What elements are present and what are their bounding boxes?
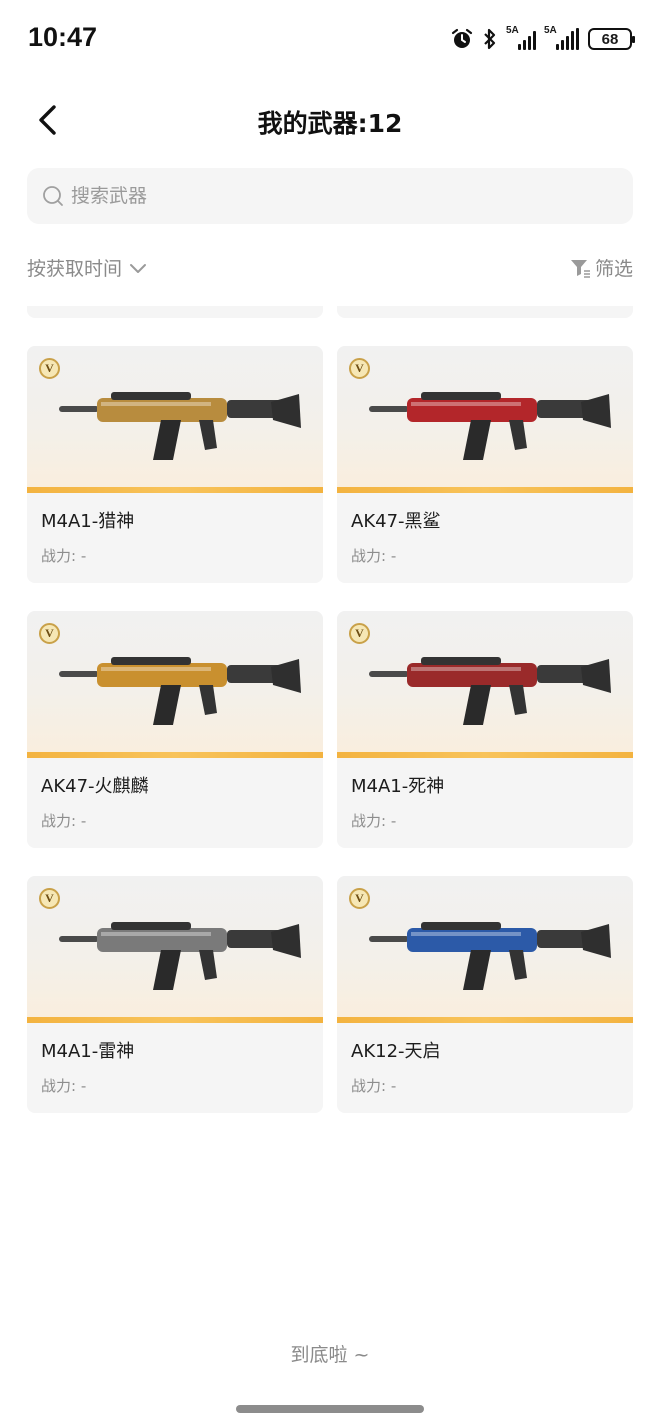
- weapon-name: M4A1-猎神: [41, 511, 135, 532]
- rifle-icon: [369, 657, 611, 725]
- weapon-name: M4A1-死神: [351, 776, 445, 797]
- search-icon: [43, 186, 63, 206]
- alarm-icon: [451, 28, 473, 48]
- status-bar: 10:47 5A 5A 68: [0, 0, 660, 78]
- weapon-name: AK47-火麒麟: [41, 776, 149, 797]
- weapon-grid: 9A91-烈火战力: -AK47-无影战力: -VM4A1-猎神战力: -VAK…: [27, 306, 633, 1113]
- weapon-card[interactable]: V AK12-天启 战力: -: [337, 876, 633, 1113]
- status-icons: 5A 5A 68: [450, 24, 635, 54]
- sort-filter-row: 按获取时间 筛选: [27, 250, 633, 284]
- weapon-name: M4A1-雷神: [41, 1041, 135, 1062]
- rifle-icon: [369, 922, 611, 990]
- sort-label: 按获取时间: [27, 258, 123, 280]
- rifle-icon: [59, 392, 301, 460]
- weapon-image-area: V: [337, 876, 633, 1023]
- weapon-card[interactable]: V M4A1-雷神 战力: -: [27, 876, 323, 1113]
- search-bar[interactable]: [27, 168, 633, 224]
- rifle-icon: [59, 922, 301, 990]
- weapon-card[interactable]: V M4A1-猎神 战力: -: [27, 346, 323, 583]
- weapon-power: 战力: -: [41, 812, 87, 830]
- filter-icon: [570, 259, 590, 278]
- weapon-name: AK12-天启: [351, 1041, 441, 1062]
- weapon-power: 战力: -: [351, 1077, 397, 1095]
- weapon-card[interactable]: 9A91-烈火战力: -: [27, 306, 323, 318]
- weapon-power: 战力: -: [351, 547, 397, 565]
- weapon-power: 战力: -: [41, 547, 87, 565]
- home-indicator[interactable]: [236, 1405, 424, 1413]
- weapon-image-area: V: [337, 346, 633, 493]
- status-time: 10:47: [28, 22, 98, 52]
- weapon-card[interactable]: V M4A1-死神 战力: -: [337, 611, 633, 848]
- weapon-name: AK47-黑鲨: [351, 511, 441, 532]
- rifle-icon: [59, 657, 301, 725]
- signal-1-icon: 5A: [506, 25, 536, 50]
- bluetooth-icon: [484, 28, 496, 50]
- weapon-grid-viewport[interactable]: 9A91-烈火战力: -AK47-无影战力: -VM4A1-猎神战力: -VAK…: [0, 306, 660, 1314]
- end-of-list-text: 到底啦 ~: [290, 1344, 370, 1366]
- battery-icon: 68: [588, 28, 635, 50]
- weapon-image-area: V: [337, 611, 633, 758]
- weapon-power: 战力: -: [351, 812, 397, 830]
- signal-2-icon: 5A: [544, 25, 580, 50]
- weapon-card[interactable]: V AK47-火麒麟 战力: -: [27, 611, 323, 848]
- filter-label: 筛选: [594, 258, 633, 280]
- search-input[interactable]: [71, 185, 571, 207]
- page-title: 我的武器:12: [257, 109, 403, 138]
- weapon-card[interactable]: AK47-无影战力: -: [337, 306, 633, 318]
- header: 我的武器:12: [0, 90, 660, 150]
- weapon-image-area: V: [27, 876, 323, 1023]
- weapon-power: 战力: -: [41, 1077, 87, 1095]
- rifle-icon: [369, 392, 611, 460]
- filter-button[interactable]: 筛选: [569, 254, 633, 281]
- weapon-image-area: V: [27, 611, 323, 758]
- chevron-down-icon: [130, 263, 147, 273]
- weapon-image-area: V: [27, 346, 323, 493]
- weapon-card[interactable]: V AK47-黑鲨 战力: -: [337, 346, 633, 583]
- sort-dropdown[interactable]: 按获取时间: [27, 254, 148, 281]
